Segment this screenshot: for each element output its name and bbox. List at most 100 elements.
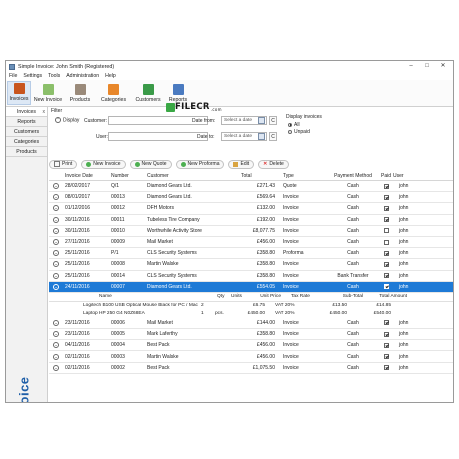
cell-payment: Cash (347, 227, 359, 234)
paid-checkbox[interactable] (383, 205, 389, 211)
cell-payment: Cash (347, 183, 359, 190)
expand-row-icon[interactable]: ⌄ (53, 272, 59, 279)
paid-checkbox[interactable] (383, 250, 389, 256)
expand-row-icon[interactable]: ⌄ (53, 194, 59, 201)
ribbon-invoices-button[interactable]: Invoices (7, 81, 31, 105)
date-from-clear-button[interactable]: C (269, 116, 277, 125)
table-row[interactable]: ⌄ 02/11/2016 00002 Best Pack £1,075.50 Invoic… (49, 363, 453, 374)
expand-row-icon[interactable]: ⌄ (53, 342, 59, 349)
table-row[interactable]: ⌄ 04/11/2016 00004 Best Pack £456.00 Invoice C… (49, 340, 453, 352)
menu-help[interactable]: Help (102, 73, 119, 79)
edit-button[interactable]: Edit (228, 159, 255, 169)
expand-row-icon[interactable]: ⌄ (53, 216, 59, 223)
invoice-detail: Name Qty Units Unit Price Tax Rate Sub-T… (49, 292, 453, 318)
table-row[interactable]: ⌄ 08/01/2017 00013 Diamond Gears Ltd. £569.6… (49, 192, 453, 204)
column-header[interactable]: User (393, 173, 423, 179)
paid-checkbox[interactable] (383, 239, 389, 245)
date-to-clear-button[interactable]: C (269, 132, 277, 141)
detail-row[interactable]: Logitech B100 USB Optical Mouse Black fo… (49, 302, 453, 310)
sidebar-item-reports[interactable]: Reports (6, 117, 47, 127)
ribbon-categories-button[interactable]: Categories (97, 81, 130, 105)
table-row[interactable]: ⌄ 27/11/2016 00009 Mail Market £456.00 Invoic… (49, 237, 453, 249)
paid-checkbox[interactable] (383, 194, 389, 200)
printer-icon (54, 161, 60, 167)
ribbon-customers-button[interactable]: Customers (132, 81, 164, 105)
sidebar-item-products[interactable]: Products (6, 147, 47, 157)
close-button[interactable]: ✕ (435, 61, 451, 72)
maximize-button[interactable]: □ (419, 61, 435, 72)
paid-checkbox[interactable] (383, 261, 389, 267)
table-row[interactable]: ⌄ 25/11/2016 00008 Martin Walske £358.80 Invo… (49, 259, 453, 271)
ribbon-products-button[interactable]: Products (66, 81, 94, 105)
display-toggle[interactable]: ⌃ Display (55, 117, 79, 123)
paid-checkbox[interactable] (383, 342, 389, 348)
expand-row-icon[interactable]: ⌄ (53, 364, 59, 371)
calendar-icon[interactable] (258, 133, 265, 140)
menu-settings[interactable]: Settings (20, 73, 45, 79)
ribbon-new-invoice-button[interactable]: New Invoice (33, 81, 63, 105)
expand-row-icon[interactable]: ⌄ (53, 283, 59, 290)
paid-checkbox[interactable] (383, 320, 389, 326)
expand-row-icon[interactable]: ⌄ (53, 319, 59, 326)
paid-checkbox[interactable] (383, 354, 389, 360)
paid-checkbox[interactable] (383, 273, 389, 279)
grid-header: Invoice Date Number Customer Total Type … (49, 171, 453, 181)
cell-type: Invoice (283, 342, 299, 349)
table-row[interactable]: ⌄ 25/11/2016 P/1 CLS Security Systems £358.8… (49, 248, 453, 260)
paid-checkbox[interactable] (383, 365, 389, 371)
calendar-icon[interactable] (258, 117, 265, 124)
expand-row-icon[interactable]: ⌄ (53, 183, 59, 190)
column-header[interactable]: Invoice Date (63, 173, 109, 179)
close-tab-icon[interactable]: x (43, 109, 46, 115)
menu-administration[interactable]: Administration (63, 73, 102, 79)
table-row[interactable]: ⌄ 23/11/2016 00005 Mark Laferthy £358.80 Invo… (49, 329, 453, 341)
radio-unpaid[interactable]: Unpaid (288, 129, 310, 135)
sidebar-item-categories[interactable]: Categories (6, 137, 47, 147)
column-header[interactable]: Number (109, 173, 145, 179)
print-button[interactable]: Print (49, 159, 78, 169)
cell-type: Invoice (283, 272, 299, 279)
cell-date: 24/11/2016 (65, 283, 90, 290)
paid-checkbox[interactable] (383, 284, 389, 290)
expand-row-icon[interactable]: ⌄ (53, 261, 59, 268)
new-quote-button[interactable]: New Quote (129, 159, 172, 169)
paid-checkbox[interactable] (383, 331, 389, 337)
menu-file[interactable]: File (6, 73, 20, 79)
table-row[interactable]: ⌄ 30/11/2016 00011 Tubeless Tire Company £19… (49, 215, 453, 226)
radio-all[interactable]: All (288, 122, 300, 128)
paid-checkbox[interactable] (383, 228, 389, 234)
menu-tools[interactable]: Tools (45, 73, 63, 79)
user-input[interactable] (108, 132, 208, 141)
new-proforma-button[interactable]: New Proforma (175, 159, 225, 169)
column-header[interactable]: Customer (145, 173, 239, 179)
table-row[interactable]: ⌄ 01/12/2016 00012 DFH Motors £132.00 Invoice… (49, 203, 453, 215)
column-header[interactable]: Type (279, 173, 327, 179)
paid-checkbox[interactable] (383, 217, 389, 223)
table-row-selected[interactable]: ⌄ 24/11/2016 00007 Diamond Gears Ltd. £554.0… (49, 281, 453, 293)
table-row[interactable]: ⌄ 23/11/2016 00006 Mail Market £144.00 Invoic… (49, 318, 453, 330)
expand-row-icon[interactable]: ⌄ (53, 227, 59, 234)
table-row[interactable]: ⌄ 25/11/2016 00014 CLS Security Systems £358… (49, 271, 453, 282)
expand-row-icon[interactable]: ⌄ (53, 239, 59, 246)
table-row[interactable]: ⌄ 02/11/2016 00003 Martin Walske £456.00 Invo… (49, 351, 453, 363)
column-header[interactable]: Total (239, 173, 279, 179)
expand-row-icon[interactable]: ⌄ (53, 331, 59, 338)
cell-user: john (399, 227, 409, 234)
cell-total: £554.05 (256, 283, 275, 290)
new-invoice-button[interactable]: New Invoice (81, 159, 126, 169)
expand-row-icon[interactable]: ⌄ (53, 353, 59, 360)
sidebar-item-customers[interactable]: Customers (6, 127, 47, 137)
minimize-button[interactable]: – (403, 61, 419, 72)
column-header[interactable]: Paid (379, 173, 393, 179)
table-row[interactable]: ⌄ 30/11/2016 00010 Worthwhile Activity Stor… (49, 226, 453, 237)
table-row[interactable]: ⌄ 28/02/2017 Q/1 Diamond Gears Ltd. £271.43 Q… (49, 181, 453, 193)
paid-checkbox[interactable] (383, 183, 389, 189)
sidebar: Invoices x Reports Customers Categories … (6, 107, 48, 402)
sidebar-item-invoices[interactable]: Invoices x (6, 107, 47, 117)
expand-row-icon[interactable]: ⌄ (53, 250, 59, 257)
cell-number: 00012 (111, 205, 125, 212)
expand-row-icon[interactable]: ⌄ (53, 205, 59, 212)
detail-row[interactable]: Laptop HP 250 G4 N0Z68EA 1 pcs. £450.00 VAT … (49, 310, 453, 318)
delete-button[interactable]: ✕ Delete (258, 159, 289, 169)
column-header[interactable]: Payment Method (327, 173, 379, 179)
